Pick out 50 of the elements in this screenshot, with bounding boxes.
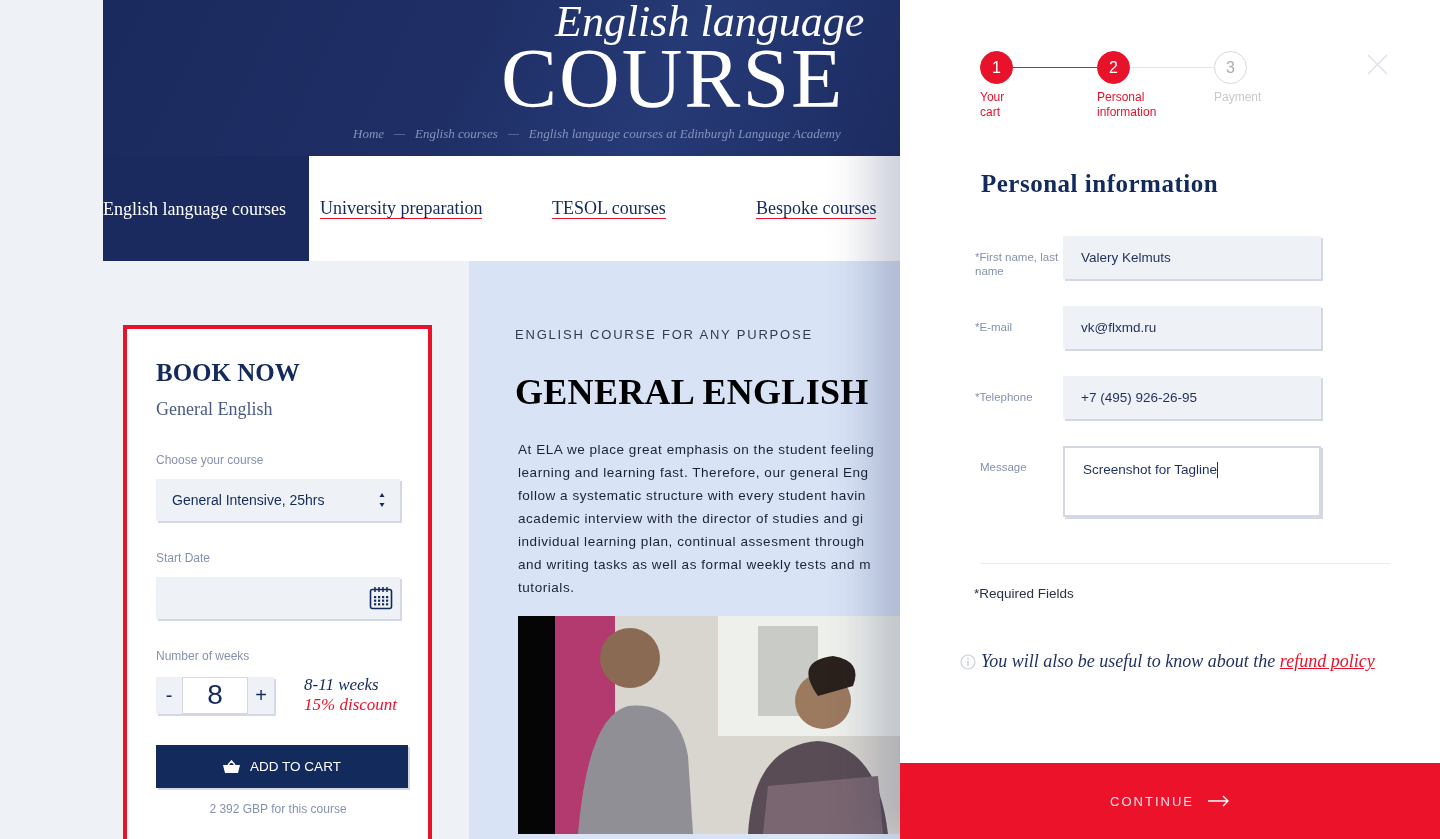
step-label: Payment — [1214, 90, 1263, 105]
input-field[interactable]: +7 (495) 926-26-95 — [1063, 376, 1321, 419]
booking-title: BOOK NOW — [156, 359, 301, 387]
nav-tab[interactable]: University preparation — [309, 156, 541, 261]
weeks-input[interactable]: 8 — [182, 676, 248, 714]
info-icon — [960, 653, 976, 670]
field-label: Number of weeks — [156, 649, 251, 663]
spinner-arrows-icon — [379, 492, 385, 508]
course-select[interactable]: General Intensive, 25hrs — [156, 479, 400, 521]
section-kicker: ENGLISH COURSE FOR ANY PURPOSE — [515, 327, 814, 342]
course-name: General English — [156, 399, 274, 420]
hero-title: COURSE — [501, 44, 845, 114]
decrease-button[interactable]: - — [156, 676, 182, 714]
field-label: Message — [979, 460, 1028, 474]
continue-button[interactable]: CONTINUE — [900, 763, 1440, 839]
nav-tab[interactable]: English language courses — [103, 156, 309, 261]
field-label: *E-mail — [975, 320, 1014, 334]
form-heading: Personal information — [981, 170, 1220, 198]
add-to-cart-button[interactable]: ADD TO CART — [156, 745, 408, 788]
info-text: You will also be useful to know about the refund policy — [981, 651, 1375, 672]
article-heading: GENERAL ENGLISH — [515, 371, 870, 414]
step-label: Your cart — [980, 90, 1006, 120]
step-label: Personal information — [1097, 90, 1158, 120]
step-number: 1 — [980, 51, 1013, 84]
field-label: Start Date — [156, 551, 212, 565]
arrow-right-icon — [1207, 795, 1230, 807]
price-note: 2 392 GBP for this course — [208, 802, 348, 816]
refund-policy-link[interactable]: refund policy — [1279, 651, 1375, 671]
breadcrumb-link[interactable]: English courses — [415, 126, 498, 142]
field-label: Choose your course — [156, 453, 265, 467]
breadcrumb-link[interactable]: English language courses at Edinburgh Language Academy — [528, 126, 841, 142]
input-field[interactable]: Valery Kelmuts — [1063, 236, 1321, 279]
article-paragraph: At ELA we place great emphasis on the student feeling learning and learning fast. Therefore, our general Eng follow a systematic structure with every student havin academic interview with the director of studies and gi individual learning plan, continual assesment through and writing tasks as well as formal weekly tests and m tutorials. — [518, 441, 876, 597]
discount-text: 15% discount — [304, 695, 398, 715]
basket-icon — [223, 760, 241, 773]
nav-tab[interactable]: Bespoke courses — [745, 156, 900, 261]
close-icon[interactable] — [1367, 54, 1388, 75]
field-label: *Telephone — [975, 390, 1034, 404]
hero-subtitle: English language — [555, 0, 865, 44]
increase-button[interactable]: + — [248, 676, 274, 714]
step-number: 2 — [1097, 51, 1130, 84]
nav-tab[interactable]: TESOL courses — [541, 156, 745, 261]
date-field[interactable] — [156, 577, 400, 619]
weeks-range: 8-11 weeks — [304, 675, 380, 695]
field-label: *First name, last name — [975, 250, 1060, 278]
input-field[interactable]: vk@flxmd.ru — [1063, 306, 1321, 349]
required-note: *Required Fields — [974, 586, 1075, 601]
calendar-icon — [369, 586, 393, 610]
breadcrumb-link[interactable]: Home — [353, 126, 385, 142]
message-field[interactable]: Screenshot for Tagline — [1063, 446, 1321, 517]
